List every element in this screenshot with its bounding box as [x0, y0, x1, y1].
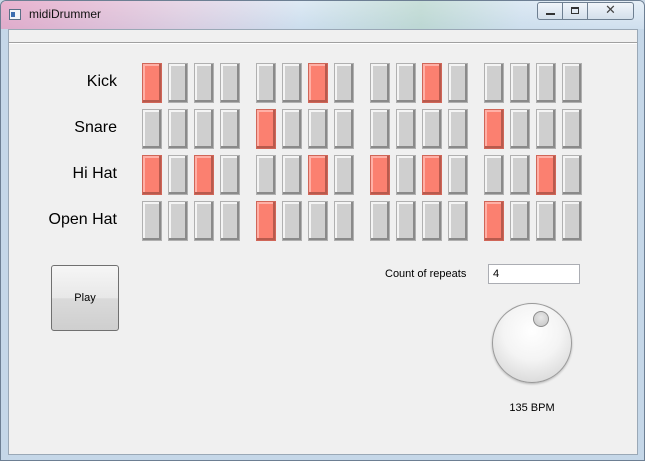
client-area: Kick Snare Hi Hat Open Hat Play Count of re…: [8, 29, 638, 455]
step-pad[interactable]: [282, 109, 302, 149]
step-pad[interactable]: [536, 155, 556, 195]
step-pad[interactable]: [168, 155, 188, 195]
step-pad[interactable]: [510, 109, 530, 149]
step-pad[interactable]: [484, 155, 504, 195]
step-pad[interactable]: [370, 109, 390, 149]
step-pad[interactable]: [168, 109, 188, 149]
repeats-label: Count of repeats: [385, 268, 467, 280]
step-pad[interactable]: [510, 155, 530, 195]
tempo-dial-handle[interactable]: [533, 311, 549, 327]
tempo-dial[interactable]: [492, 303, 572, 383]
step-pad[interactable]: [536, 201, 556, 241]
step-pad[interactable]: [142, 109, 162, 149]
step-pad[interactable]: [370, 201, 390, 241]
title-bar[interactable]: midiDrummer ✕: [1, 1, 644, 29]
step-pad[interactable]: [220, 201, 240, 241]
step-pad[interactable]: [396, 63, 416, 103]
step-pad[interactable]: [510, 63, 530, 103]
step-pad[interactable]: [422, 109, 442, 149]
step-pad[interactable]: [282, 155, 302, 195]
close-button[interactable]: ✕: [587, 2, 634, 20]
step-pad[interactable]: [422, 155, 442, 195]
minimize-button[interactable]: [537, 2, 563, 20]
menubar-divider: [9, 42, 637, 43]
step-pad[interactable]: [396, 155, 416, 195]
step-pad[interactable]: [334, 109, 354, 149]
play-button[interactable]: Play: [51, 265, 119, 331]
step-pad[interactable]: [484, 63, 504, 103]
step-pad[interactable]: [220, 109, 240, 149]
step-pad[interactable]: [448, 155, 468, 195]
step-pad[interactable]: [194, 155, 214, 195]
step-pad[interactable]: [194, 109, 214, 149]
step-pad[interactable]: [422, 201, 442, 241]
repeats-input[interactable]: 4: [488, 264, 580, 284]
step-pad[interactable]: [396, 109, 416, 149]
step-pad[interactable]: [168, 63, 188, 103]
step-pad[interactable]: [448, 109, 468, 149]
step-pad[interactable]: [562, 201, 582, 241]
close-icon: ✕: [605, 3, 616, 18]
step-pad[interactable]: [168, 201, 188, 241]
step-pad[interactable]: [484, 201, 504, 241]
step-pad[interactable]: [142, 201, 162, 241]
step-pad[interactable]: [308, 63, 328, 103]
step-pad[interactable]: [562, 109, 582, 149]
step-pad[interactable]: [562, 155, 582, 195]
track-label: Kick: [86, 73, 117, 90]
tempo-readout: 135 BPM: [509, 402, 555, 414]
step-pad[interactable]: [220, 63, 240, 103]
step-pad[interactable]: [142, 63, 162, 103]
step-pad[interactable]: [334, 155, 354, 195]
step-pad[interactable]: [142, 155, 162, 195]
step-pad[interactable]: [370, 63, 390, 103]
step-pad[interactable]: [396, 201, 416, 241]
step-pad[interactable]: [220, 155, 240, 195]
step-pad[interactable]: [334, 63, 354, 103]
step-pad[interactable]: [256, 201, 276, 241]
app-icon: [9, 9, 21, 20]
step-pad[interactable]: [282, 63, 302, 103]
step-pad[interactable]: [256, 109, 276, 149]
step-pad[interactable]: [194, 63, 214, 103]
step-pad[interactable]: [562, 63, 582, 103]
step-pad[interactable]: [308, 201, 328, 241]
track-label: Snare: [74, 119, 117, 136]
step-pad[interactable]: [536, 109, 556, 149]
step-pad[interactable]: [256, 155, 276, 195]
step-pad[interactable]: [308, 109, 328, 149]
step-pad[interactable]: [536, 63, 556, 103]
maximize-button[interactable]: [562, 2, 588, 20]
track-label: Hi Hat: [72, 165, 117, 182]
step-pad[interactable]: [422, 63, 442, 103]
step-pad[interactable]: [308, 155, 328, 195]
step-pad[interactable]: [334, 201, 354, 241]
step-pad[interactable]: [256, 63, 276, 103]
step-pad[interactable]: [448, 63, 468, 103]
step-pad[interactable]: [282, 201, 302, 241]
step-pad[interactable]: [370, 155, 390, 195]
window-title: midiDrummer: [29, 7, 101, 21]
step-pad[interactable]: [194, 201, 214, 241]
step-pad[interactable]: [510, 201, 530, 241]
track-label: Open Hat: [48, 211, 117, 228]
step-pad[interactable]: [448, 201, 468, 241]
app-window: midiDrummer ✕ Kick Snare Hi Hat Open Hat Pl…: [0, 0, 645, 461]
step-pad[interactable]: [484, 109, 504, 149]
